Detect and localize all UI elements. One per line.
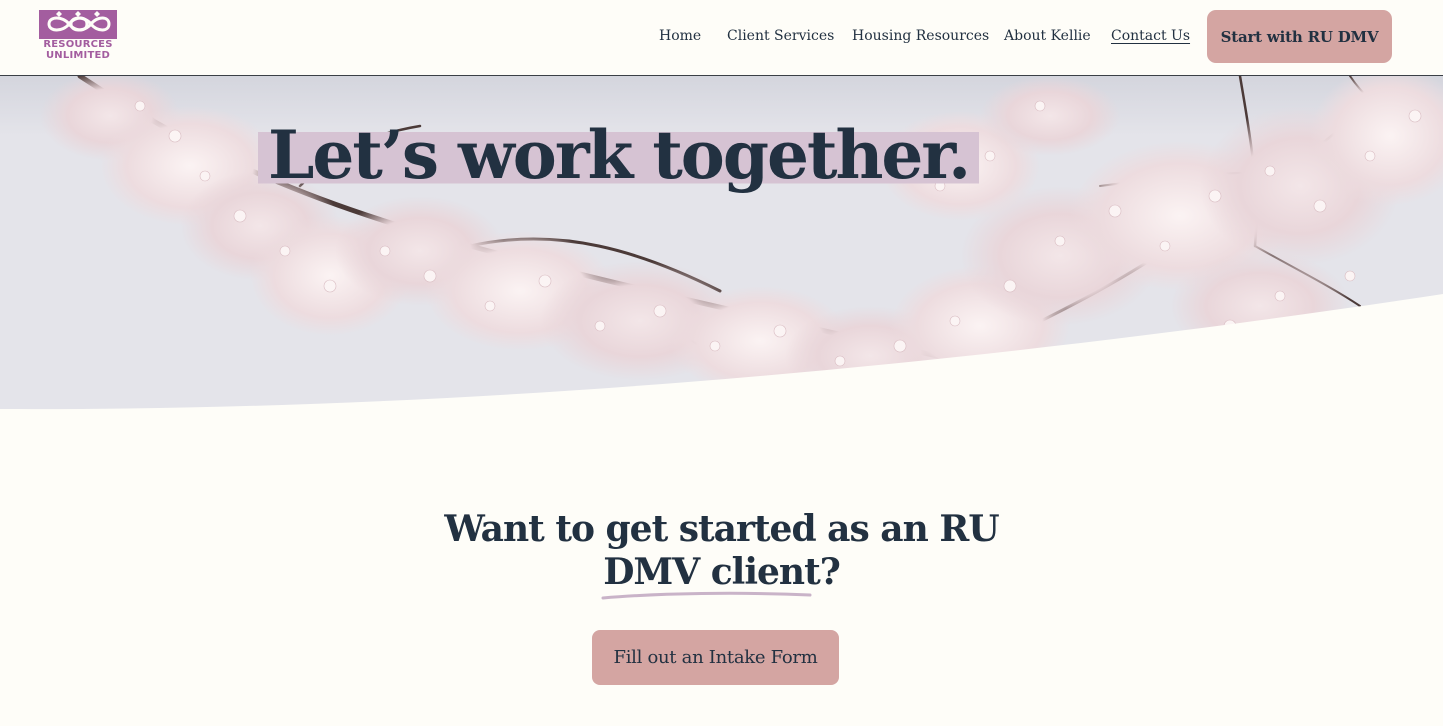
nav-client-services[interactable]: Client Services (727, 26, 834, 46)
hero-bottom-curve (0, 294, 1443, 410)
site-logo[interactable]: RESOURCES UNLIMITED (39, 10, 117, 62)
site-header: RESOURCES UNLIMITED Home Client Services… (0, 0, 1443, 76)
nav-home[interactable]: Home (659, 26, 701, 46)
intake-form-button[interactable]: Fill out an Intake Form (592, 630, 839, 685)
logo-text-line1: RESOURCES (43, 39, 113, 50)
heading-underline (601, 591, 812, 600)
logo-text-line2: UNLIMITED (45, 50, 110, 61)
nav-housing-resources[interactable]: Housing Resources (852, 26, 989, 46)
nav-contact-us[interactable]: Contact Us (1111, 26, 1190, 46)
intake-heading: Want to get started as an RU DMV client? (420, 508, 1023, 594)
intake-heading-line2: DMV client? (603, 551, 841, 593)
nav-about-kellie[interactable]: About Kellie (1004, 26, 1091, 46)
intake-heading-line1: Want to get started as an RU (444, 508, 999, 550)
start-with-ru-dmv-button[interactable]: Start with RU DMV (1207, 10, 1392, 63)
hero-section: Let’s work together. (0, 76, 1443, 410)
